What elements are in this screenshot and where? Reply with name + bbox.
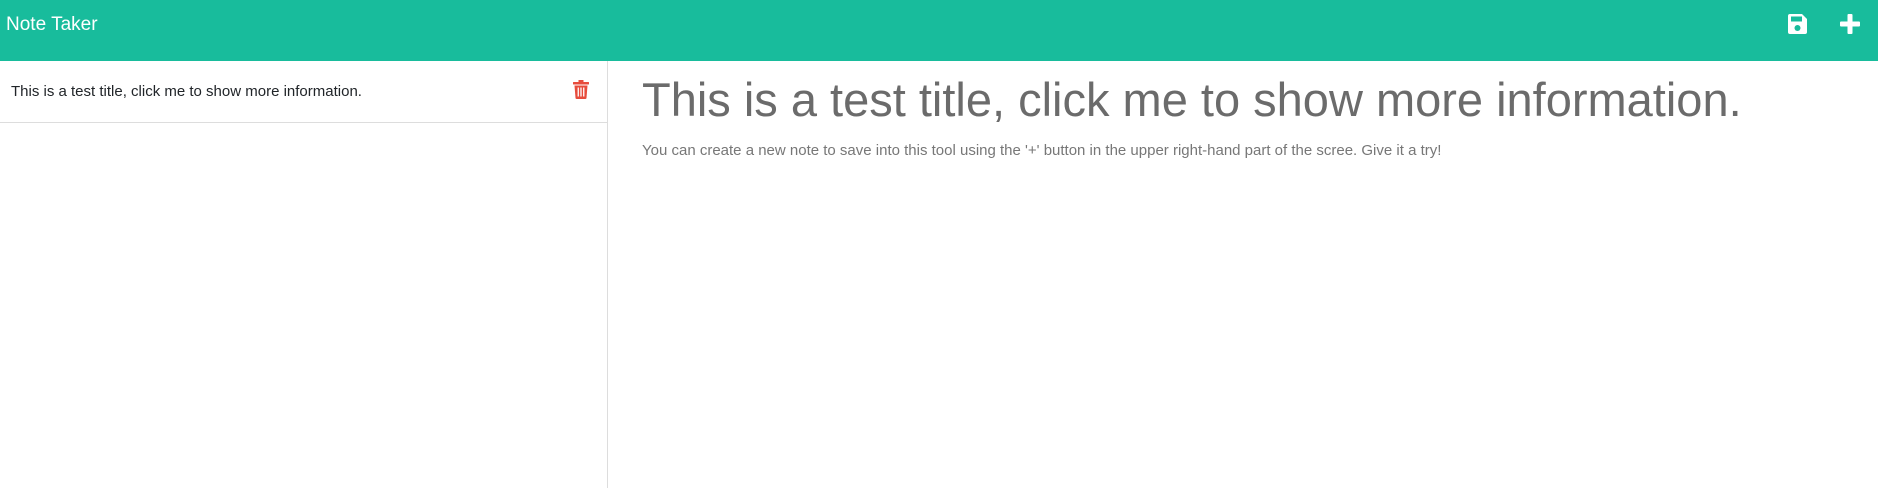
note-list-item-title: This is a test title, click me to show m… (11, 83, 362, 100)
trash-icon (573, 79, 589, 99)
navbar: Note Taker (0, 0, 1878, 61)
note-text-field[interactable]: You can create a new note to save into t… (642, 141, 1862, 161)
note-list: This is a test title, click me to show m… (0, 61, 608, 488)
note-editor: This is a test title, click me to show m… (609, 61, 1878, 488)
brand-link[interactable]: Note Taker (6, 14, 98, 36)
plus-icon (1840, 14, 1860, 34)
save-note-button[interactable] (1785, 12, 1809, 36)
new-note-button[interactable] (1838, 12, 1862, 36)
delete-note-button[interactable] (572, 79, 590, 99)
save-icon (1788, 14, 1807, 34)
note-list-item[interactable]: This is a test title, click me to show m… (0, 61, 607, 123)
note-title-field[interactable]: This is a test title, click me to show m… (642, 73, 1862, 127)
